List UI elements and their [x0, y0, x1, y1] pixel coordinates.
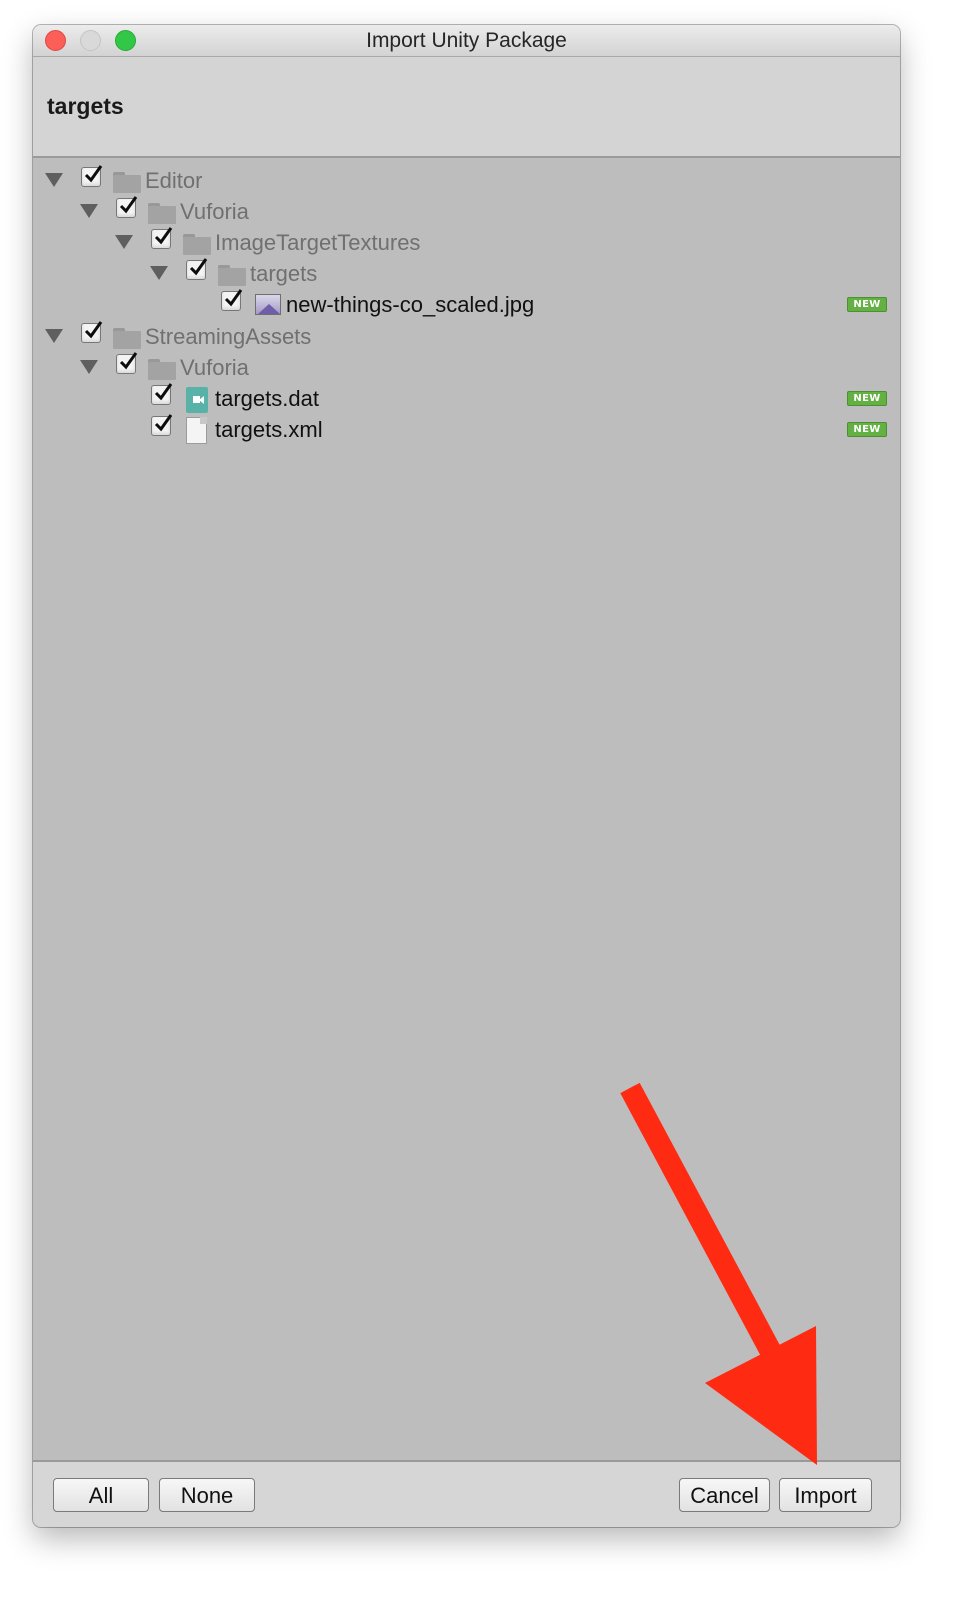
tree-checkbox[interactable]	[116, 196, 138, 218]
checkmark-icon	[189, 258, 208, 276]
tree-item-label: ImageTargetTextures	[215, 230, 421, 255]
tree-row[interactable]: targets.xml NEW	[33, 413, 900, 444]
tree-checkbox[interactable]	[151, 227, 173, 249]
tree-item-label: Vuforia	[180, 355, 249, 380]
tree-row[interactable]: new-things-co_scaled.jpg NEW	[33, 288, 900, 319]
package-header: targets	[33, 57, 900, 158]
window-title: Import Unity Package	[366, 29, 567, 52]
expand-triangle-icon[interactable]	[45, 329, 63, 343]
checkmark-icon	[119, 352, 138, 370]
cancel-button[interactable]: Cancel	[679, 1478, 770, 1512]
expand-triangle-icon[interactable]	[80, 204, 98, 218]
dat-file-icon	[186, 387, 208, 413]
tree-row[interactable]: targets	[33, 257, 900, 288]
new-badge: NEW	[847, 422, 887, 437]
tree-checkbox[interactable]	[151, 414, 173, 436]
checkmark-icon	[84, 321, 103, 339]
tree-checkbox[interactable]	[116, 352, 138, 374]
tree-row[interactable]: StreamingAssets	[33, 320, 900, 351]
checkmark-icon	[119, 196, 138, 214]
new-badge: NEW	[847, 391, 887, 406]
tree-item-label: new-things-co_scaled.jpg	[286, 292, 535, 317]
checkmark-icon	[154, 383, 173, 401]
tree-checkbox[interactable]	[186, 258, 208, 280]
document-icon	[186, 417, 207, 444]
title-bar[interactable]: Import Unity Package	[33, 25, 900, 57]
tree-item-label: StreamingAssets	[145, 324, 312, 349]
select-none-button[interactable]: None	[159, 1478, 255, 1512]
expand-triangle-icon[interactable]	[115, 235, 133, 249]
checkmark-icon	[84, 165, 103, 183]
checkmark-icon	[154, 414, 173, 432]
tree-item-label: targets.xml	[215, 417, 323, 442]
tree-item-label: targets	[250, 261, 318, 286]
package-name: targets	[47, 93, 124, 119]
tree-row[interactable]: targets.dat NEW	[33, 382, 900, 413]
tree-row[interactable]: ImageTargetTextures	[33, 226, 900, 257]
folder-icon	[113, 172, 141, 193]
tree-item-label: Editor	[145, 168, 203, 193]
asset-tree[interactable]: Editor Vuforia ImageTargetTextures targe…	[33, 158, 900, 1460]
checkmark-icon	[154, 227, 173, 245]
tree-checkbox[interactable]	[81, 165, 103, 187]
tree-item-label: targets.dat	[215, 386, 319, 411]
tree-checkbox[interactable]	[81, 321, 103, 343]
expand-triangle-icon[interactable]	[45, 173, 63, 187]
tree-checkbox[interactable]	[221, 289, 243, 311]
new-badge: NEW	[847, 297, 887, 312]
tree-checkbox[interactable]	[151, 383, 173, 405]
checkmark-icon	[224, 289, 243, 307]
import-package-window: Import Unity Package targets Editor Vufo…	[33, 25, 900, 1527]
import-button[interactable]: Import	[779, 1478, 872, 1512]
folder-icon	[183, 234, 211, 255]
folder-icon	[113, 328, 141, 349]
select-all-button[interactable]: All	[53, 1478, 149, 1512]
tree-row[interactable]: Vuforia	[33, 351, 900, 382]
expand-triangle-icon[interactable]	[150, 266, 168, 280]
footer-bar: All None Cancel Import	[33, 1460, 900, 1527]
tree-row[interactable]: Editor	[33, 164, 900, 195]
folder-icon	[148, 359, 176, 380]
folder-icon	[218, 265, 246, 286]
folder-icon	[148, 203, 176, 224]
tree-row[interactable]: Vuforia	[33, 195, 900, 226]
expand-triangle-icon[interactable]	[80, 360, 98, 374]
tree-item-label: Vuforia	[180, 199, 249, 224]
image-file-icon	[255, 294, 281, 315]
